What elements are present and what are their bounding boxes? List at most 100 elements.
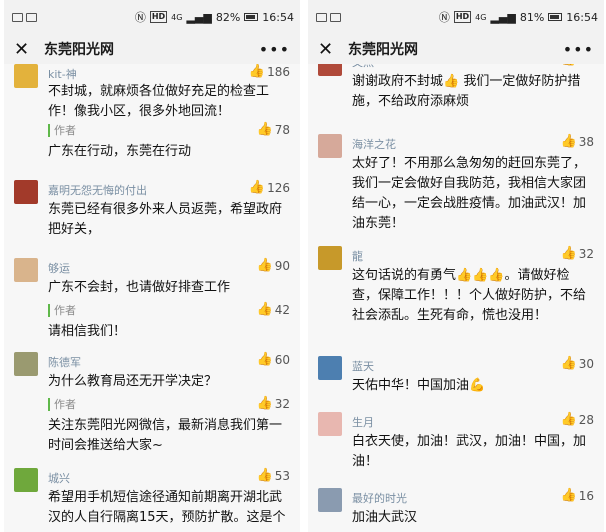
like-button[interactable]: 👍 30: [561, 356, 594, 371]
battery-icon: [548, 13, 563, 21]
comment-text: 东莞已经有很多外来人员返莞，希望政府把好关，: [48, 202, 283, 237]
comment-text: 白衣天使，加油！武汉，加油！中国，加油！: [352, 434, 587, 469]
thumb-up-icon: 👍: [256, 122, 273, 137]
clock: 16:54: [566, 10, 598, 24]
thumb-up-icon: 👍: [256, 352, 273, 367]
comment-text: 加油大武汉: [352, 510, 418, 525]
thumb-up-icon: 👍: [256, 396, 273, 411]
avatar[interactable]: [318, 488, 342, 512]
status-indicators: Ⓝ HD 4G ▂▄▆ 81% 16:54: [439, 9, 598, 25]
avatar[interactable]: [318, 412, 342, 436]
thumb-up-icon: 👍: [560, 246, 577, 261]
close-icon[interactable]: ✕: [318, 39, 338, 60]
author-tag: 作者: [48, 398, 290, 411]
like-count: 38: [578, 134, 594, 149]
network-label: 4G: [171, 12, 183, 22]
reply-like-button[interactable]: 👍 42: [257, 302, 290, 317]
avatar[interactable]: [14, 352, 38, 376]
comment-text: 谢谢政府不封城👍 我们一定做好防护措施，不给政府添麻烦: [352, 74, 581, 109]
image-icon: [12, 12, 23, 22]
battery-icon: [244, 13, 259, 21]
comment-nickname[interactable]: 城兴: [48, 470, 70, 486]
thumb-up-icon: 👍: [561, 64, 577, 67]
like-count: 42: [274, 302, 290, 317]
thumb-up-icon: 👍: [248, 180, 266, 195]
comment-nickname[interactable]: 蓝天: [352, 358, 374, 374]
like-button[interactable]: 👍 60: [257, 352, 290, 367]
image-icon: [316, 12, 327, 22]
more-icon[interactable]: •••: [259, 40, 290, 59]
nfc-icon: Ⓝ: [438, 11, 450, 24]
like-button[interactable]: 👍 186: [249, 64, 290, 79]
comment-text: 广东不会封，也请做好排查工作: [48, 280, 231, 295]
phone-screen-left: Ⓝ HD 4G ▂▄▆ 82% 16:54 ✕ 东莞阳光网 ••• kit-神 …: [4, 0, 300, 532]
avatar[interactable]: [14, 64, 38, 88]
comment-text: 希望用手机短信途径通知前期离开湖北武汉的人自行隔离15天，预防扩散。这是个: [48, 490, 286, 525]
thumb-up-icon: 👍: [560, 488, 577, 503]
comment-nickname[interactable]: kit-神: [48, 66, 77, 82]
like-count: 60: [274, 352, 290, 367]
like-button[interactable]: 👍 53: [257, 468, 290, 483]
like-button[interactable]: 👍46: [561, 64, 594, 67]
avatar[interactable]: [14, 180, 38, 204]
like-count: 78: [274, 122, 290, 137]
avatar[interactable]: [318, 134, 342, 158]
status-notification-icons: [316, 12, 341, 22]
like-count: 186: [267, 64, 290, 79]
battery-percent: 82%: [215, 10, 241, 24]
nfc-icon: Ⓝ: [134, 11, 146, 24]
like-button[interactable]: 👍 16: [561, 488, 594, 503]
avatar[interactable]: [14, 258, 38, 282]
close-icon[interactable]: ✕: [14, 39, 34, 60]
status-bar: Ⓝ HD 4G ▂▄▆ 81% 16:54: [308, 0, 604, 34]
comment-text: 不封城，就麻烦各位做好充足的检查工作！像我小区，很多外地回流！: [48, 84, 270, 119]
message-icon: [26, 12, 37, 22]
thumb-up-icon: 👍: [560, 356, 577, 371]
like-button[interactable]: 👍 32: [561, 246, 594, 261]
comment-nickname[interactable]: 龍: [352, 248, 363, 264]
hd-icon: HD: [149, 11, 168, 23]
like-button[interactable]: 👍 126: [249, 180, 290, 195]
like-count: 53: [274, 468, 290, 483]
avatar[interactable]: [318, 64, 342, 76]
like-count: 16: [578, 488, 594, 503]
like-button[interactable]: 👍 90: [257, 258, 290, 273]
page-title: 东莞阳光网: [348, 42, 418, 58]
phone-screen-right: Ⓝ HD 4G ▂▄▆ 81% 16:54 ✕ 东莞阳光网 ••• 又熙 👍46…: [308, 0, 604, 532]
comment-text: 这句话说的有勇气👍👍👍。请做好检查，保障工作！！！个人做好防护，不给社会添乱。生…: [352, 268, 587, 323]
comment-list[interactable]: 又熙 👍46 谢谢政府不封城👍 我们一定做好防护措施，不给政府添麻烦 海洋之花 …: [308, 64, 604, 532]
reply-like-button[interactable]: 👍 32: [257, 396, 290, 411]
like-count: 32: [274, 396, 290, 411]
clock: 16:54: [262, 10, 294, 24]
comment-text: 天佑中华！中国加油💪: [352, 378, 486, 393]
thumb-up-icon: 👍: [256, 468, 273, 483]
avatar[interactable]: [14, 468, 38, 492]
top-navigation-bar: ✕ 东莞阳光网 •••: [308, 34, 604, 64]
comment-nickname[interactable]: 海洋之花: [352, 136, 396, 152]
avatar[interactable]: [318, 356, 342, 380]
more-icon[interactable]: •••: [563, 40, 594, 59]
comment-text: 为什么教育局还无开学决定？: [48, 374, 218, 389]
top-navigation-bar: ✕ 东莞阳光网 •••: [4, 34, 300, 64]
comment-nickname[interactable]: 嘉明无怨无悔的付出: [48, 182, 147, 198]
status-notification-icons: [12, 12, 37, 22]
comment-nickname[interactable]: 最好的时光: [352, 490, 407, 506]
signal-icon: ▂▄▆: [490, 10, 516, 24]
battery-percent: 81%: [519, 10, 545, 24]
reply-text: 广东在行动，东莞在行动: [48, 144, 192, 159]
avatar[interactable]: [318, 246, 342, 270]
comment-nickname[interactable]: 又熙: [352, 64, 374, 70]
thumb-up-icon: 👍: [560, 134, 577, 149]
author-reply: 作者 广东在行动，东莞在行动: [48, 124, 290, 162]
comment-nickname[interactable]: 生月: [352, 414, 374, 430]
like-button[interactable]: 👍 28: [561, 412, 594, 427]
thumb-up-icon: 👍: [256, 258, 273, 273]
author-tag: 作者: [48, 304, 290, 317]
reply-text: 请相信我们！: [48, 324, 127, 339]
reply-like-button[interactable]: 👍 78: [257, 122, 290, 137]
comment-nickname[interactable]: 够运: [48, 260, 70, 276]
comment-nickname[interactable]: 陈德军: [48, 354, 81, 370]
message-icon: [330, 12, 341, 22]
comment-list[interactable]: kit-神 👍 186 不封城，就麻烦各位做好充足的检查工作！像我小区，很多外地回…: [4, 64, 300, 532]
like-button[interactable]: 👍 38: [561, 134, 594, 149]
